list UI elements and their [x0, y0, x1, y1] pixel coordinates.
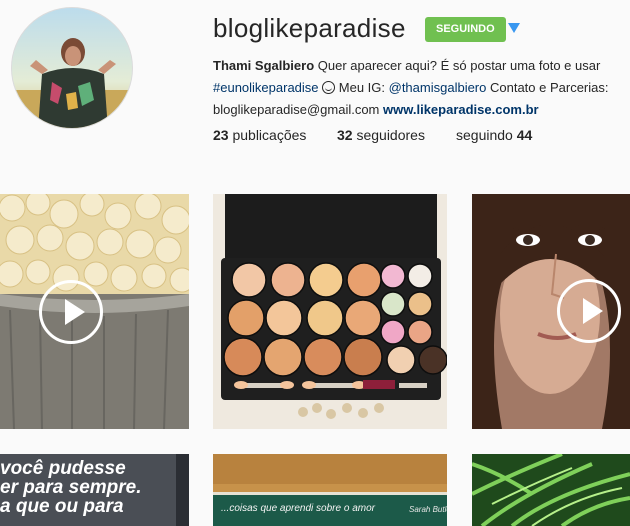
followers-number: 32 [337, 127, 353, 143]
posts-label: publicações [228, 127, 307, 143]
bio-text-ig: Meu IG: [335, 80, 389, 95]
post-quote-image[interactable]: você pudesse er para sempre. a que ou pa… [0, 454, 189, 526]
notebook-caption: ...coisas que aprendi sobre o amor [221, 503, 375, 514]
posts-count: 23 publicações [213, 127, 306, 143]
quote-line-3: a que ou para [0, 496, 124, 517]
play-circle-icon [39, 280, 103, 344]
following-count[interactable]: seguindo 44 [456, 127, 532, 143]
profile-bio: Thami Sgalbiero Quer aparecer aqui? É só… [213, 55, 623, 121]
triangle-down-icon[interactable] [508, 23, 520, 33]
quote-line-1: você pudesse [0, 458, 126, 479]
posts-number: 23 [213, 127, 229, 143]
following-button[interactable]: SEGUINDO [425, 17, 506, 42]
followers-label: seguidores [352, 127, 425, 143]
post-palm-leaves[interactable] [472, 454, 630, 526]
website-link[interactable]: www.likeparadise.com.br [383, 102, 539, 117]
bio-text: Quer aparecer aqui? É só postar uma foto… [314, 58, 601, 73]
smile-emoji-icon [322, 81, 336, 94]
profile-full-name: Thami Sgalbiero [213, 58, 315, 73]
following-label: seguindo [456, 127, 517, 143]
bio-email: bloglikeparadise@gmail.com [213, 102, 383, 117]
post-concealer-palette[interactable] [213, 194, 447, 429]
following-number: 44 [516, 127, 533, 143]
bio-text-contact: Contato e Parcerias: [486, 80, 609, 95]
bio-mention-link[interactable]: @thamisgalbiero [389, 80, 487, 95]
post-selfie-video[interactable] [472, 194, 630, 429]
profile-avatar [11, 7, 133, 129]
notebook-signature: Sarah Butler [409, 505, 447, 514]
followers-count[interactable]: 32 seguidores [337, 127, 425, 143]
post-notebook[interactable]: ...coisas que aprendi sobre o amor Sarah… [213, 454, 447, 526]
bio-hashtag-link[interactable]: #eunolikeparadise [213, 80, 319, 95]
post-quote-text: você pudesse er para sempre. a que ou pa… [0, 459, 142, 516]
profile-username: bloglikeparadise [213, 13, 406, 43]
post-popcorn-video[interactable] [0, 194, 189, 429]
quote-line-2: er para sempre. [0, 477, 142, 498]
play-circle-icon [557, 279, 621, 343]
